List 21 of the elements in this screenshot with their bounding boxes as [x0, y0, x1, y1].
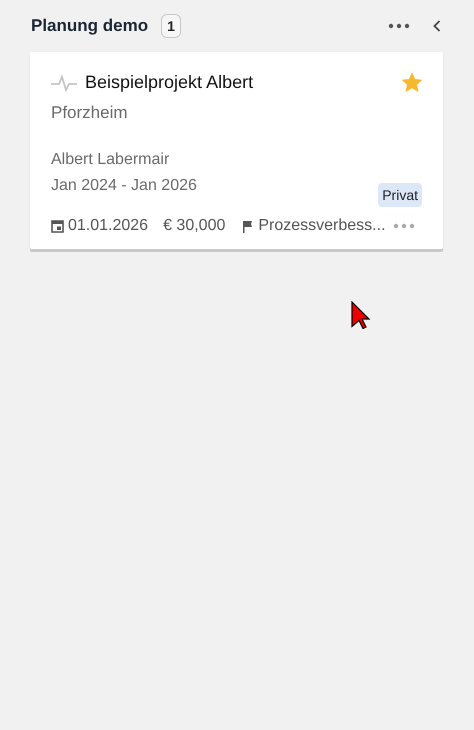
location-text: Pforzheim	[51, 103, 129, 123]
owner-text: Albert Labermair	[51, 151, 170, 169]
category-text: Prozessverbess...	[258, 217, 386, 235]
cursor-icon	[351, 301, 371, 329]
project-card[interactable]: Beispielprojekt Albert Pforzheim Albert Labermair Jan 2024 - Jan 2026 Privat 01.01.2026 € 30,000 Prozessverbess...	[30, 52, 443, 249]
tag-label: Privat	[378, 183, 422, 207]
collapse-button[interactable]	[431, 18, 443, 34]
calendar-icon	[51, 219, 64, 233]
column-title: Planung demo	[31, 16, 148, 36]
budget-text: € 30,000	[163, 217, 226, 235]
chevron-left-icon	[433, 20, 441, 32]
star-icon[interactable]	[402, 73, 422, 92]
more-icon	[392, 223, 415, 229]
pulse-icon	[51, 74, 77, 92]
more-icon	[388, 23, 410, 29]
due-date-text: 01.01.2026	[68, 217, 148, 235]
flag-icon	[242, 220, 254, 232]
count-badge: 1	[161, 14, 181, 38]
more-button[interactable]	[386, 21, 412, 31]
period-text: Jan 2024 - Jan 2026	[51, 177, 197, 195]
card-title: Beispielprojekt Albert	[85, 72, 254, 93]
